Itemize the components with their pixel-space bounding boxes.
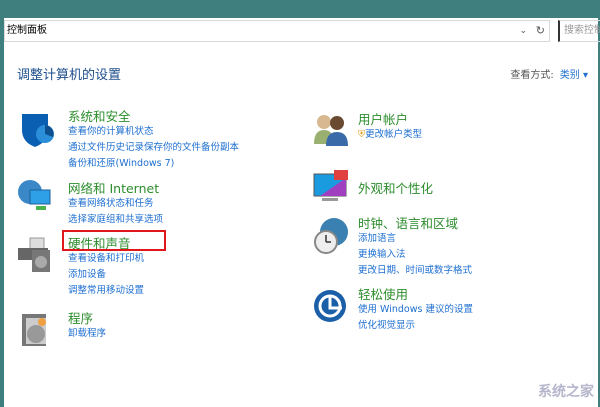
view-by: 查看方式: 类别 ▾ bbox=[510, 66, 588, 81]
search-input[interactable]: 搜索控制面板 bbox=[558, 20, 600, 42]
users-icon bbox=[314, 115, 348, 146]
view-by-select[interactable]: 类别 ▾ bbox=[560, 70, 588, 81]
link[interactable]: ⛨更改帐户类型 bbox=[358, 126, 422, 142]
category-ease-of-access: 轻松使用 使用 Windows 建议的设置 优化视觉显示 bbox=[358, 284, 473, 333]
link[interactable]: 添加语言 bbox=[358, 230, 472, 246]
link[interactable]: 查看网络状态和任务 bbox=[68, 195, 163, 211]
shield-icon bbox=[22, 114, 54, 147]
programs-icon bbox=[22, 314, 46, 346]
watermark: 系统之家 bbox=[538, 384, 594, 400]
category-title[interactable]: 外观和个性化 bbox=[358, 178, 433, 196]
refresh-icon[interactable]: ↻ bbox=[536, 21, 545, 41]
view-by-label: 查看方式: bbox=[510, 70, 554, 81]
category-programs: 程序 卸载程序 bbox=[68, 308, 106, 341]
address-bar[interactable]: 控制面板 ⌄ ↻ bbox=[4, 20, 550, 42]
category-network: 网络和 Internet 查看网络状态和任务 选择家庭组和共享选项 bbox=[68, 178, 163, 227]
link[interactable]: 通过文件历史记录保存你的文件备份副本 bbox=[68, 139, 239, 155]
category-system-security: 系统和安全 查看你的计算机状态 通过文件历史记录保存你的文件备份副本 备份和还原… bbox=[68, 106, 239, 171]
category-title[interactable]: 用户帐户 bbox=[358, 109, 422, 127]
category-title[interactable]: 系统和安全 bbox=[68, 106, 239, 124]
highlight-box bbox=[62, 230, 166, 251]
category-title[interactable]: 网络和 Internet bbox=[68, 178, 163, 196]
link[interactable]: 查看设备和打印机 bbox=[68, 250, 144, 266]
clock-globe-icon bbox=[314, 218, 348, 254]
category-title[interactable]: 轻松使用 bbox=[358, 284, 473, 302]
personalization-icon bbox=[313, 170, 348, 201]
link[interactable]: 更换输入法 bbox=[358, 246, 472, 262]
category-clock-region: 时钟、语言和区域 添加语言 更换输入法 更改日期、时间或数字格式 bbox=[358, 213, 472, 278]
category-appearance: 外观和个性化 bbox=[358, 178, 433, 196]
link[interactable]: 优化视觉显示 bbox=[358, 317, 473, 333]
link[interactable]: 添加设备 bbox=[68, 266, 144, 282]
link[interactable]: 更改日期、时间或数字格式 bbox=[358, 262, 472, 278]
printer-icon bbox=[18, 237, 50, 272]
address-path: 控制面板 bbox=[7, 25, 47, 36]
link[interactable]: 卸载程序 bbox=[68, 325, 106, 341]
link[interactable]: 备份和还原(Windows 7) bbox=[68, 155, 239, 171]
link[interactable]: 选择家庭组和共享选项 bbox=[68, 211, 163, 227]
category-title[interactable]: 程序 bbox=[68, 308, 106, 326]
link[interactable]: 查看你的计算机状态 bbox=[68, 123, 239, 139]
category-title[interactable]: 时钟、语言和区域 bbox=[358, 213, 472, 231]
control-panel-window: 控制面板 ⌄ ↻ 搜索控制面板 调整计算机的设置 查看方式: 类别 ▾ 系统和安全… bbox=[4, 18, 600, 407]
category-user-accounts: 用户帐户 ⛨更改帐户类型 bbox=[358, 109, 422, 142]
network-icon bbox=[18, 180, 51, 210]
page-title: 调整计算机的设置 bbox=[17, 68, 122, 83]
chevron-down-icon[interactable]: ⌄ bbox=[519, 21, 527, 41]
ease-of-access-icon bbox=[314, 290, 346, 322]
link[interactable]: 调整常用移动设置 bbox=[68, 282, 144, 298]
link[interactable]: 使用 Windows 建议的设置 bbox=[358, 301, 473, 317]
